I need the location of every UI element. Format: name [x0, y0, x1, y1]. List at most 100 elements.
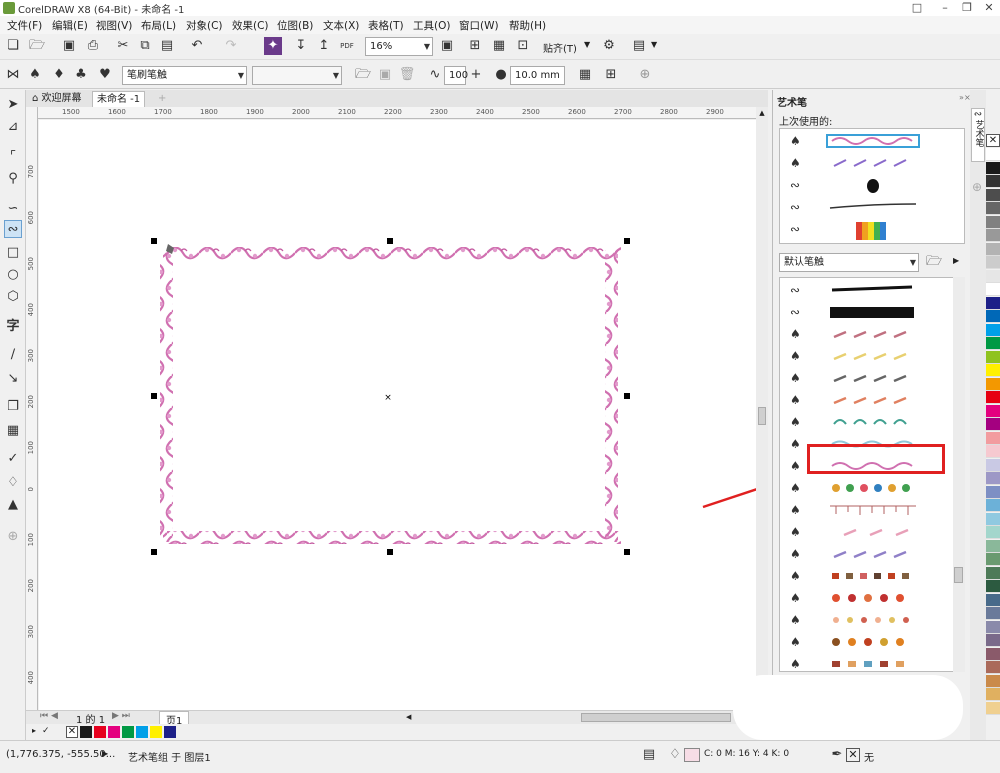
horizontal-scroll-thumb[interactable] [581, 713, 731, 722]
color-swatch[interactable] [986, 296, 1000, 310]
first-page-icon[interactable]: ⏮ ◀ [40, 711, 58, 721]
drawing-canvas[interactable]: × [39, 120, 756, 710]
redo-icon[interactable]: ↷ [222, 37, 240, 55]
color-swatch[interactable] [986, 620, 1000, 634]
pick-tool-icon[interactable]: ➤ [4, 96, 22, 114]
color-swatch[interactable] [986, 701, 1000, 715]
shape-tool-icon[interactable]: ⊿ [4, 118, 22, 136]
list-item[interactable]: ♠ [788, 610, 948, 630]
color-swatch[interactable] [986, 310, 1000, 323]
color-swatch[interactable] [986, 391, 1000, 404]
menu-effects[interactable]: 效果(C) [232, 18, 269, 33]
stroke-category-dropdown[interactable]: 默认笔触 ▼ [779, 253, 919, 272]
scrollbar-thumb[interactable] [954, 567, 963, 583]
save-icon[interactable]: ▣ [60, 37, 78, 55]
selection-handle-br[interactable] [624, 549, 630, 555]
brush-stroke-dropdown[interactable]: ▼ [252, 66, 342, 85]
zoom-dropdown[interactable]: 16% ▼ [365, 37, 433, 56]
tab-artistic-media[interactable]: ∾ 艺术笔 [971, 108, 985, 162]
delete-icon[interactable]: 🗑 [398, 66, 416, 84]
color-swatch-magenta[interactable] [108, 726, 120, 738]
plus-icon[interactable]: + [467, 66, 485, 84]
paste-icon[interactable]: ▤ [158, 37, 176, 55]
menu-layout[interactable]: 布局(L) [141, 18, 176, 33]
list-item[interactable]: ♠ [788, 478, 948, 498]
add-icon[interactable]: ⊕ [636, 66, 654, 84]
menu-bitmaps[interactable]: 位图(B) [277, 18, 313, 33]
scroll-left-icon[interactable]: ◀ [406, 713, 416, 722]
color-swatch[interactable] [986, 377, 1000, 391]
rectangle-tool-icon[interactable]: □ [4, 244, 22, 262]
color-swatch[interactable] [986, 337, 1000, 350]
next-page-icon[interactable]: ▶ ⏭ [112, 711, 130, 721]
list-item[interactable]: ♠ [788, 153, 948, 173]
vertical-ruler[interactable]: 7006005004003002001000100200300400500 [26, 107, 38, 730]
new-tab-button[interactable]: + [154, 91, 170, 107]
search-content-icon[interactable]: ✦ [264, 37, 282, 55]
freehand-tool-icon[interactable]: ∽ [4, 200, 22, 218]
flyout-arrow-icon[interactable]: ▶ [953, 256, 959, 265]
parallel-dimension-tool-icon[interactable]: ∕ [4, 346, 22, 364]
eyedropper-tool-icon[interactable]: ✓ [4, 450, 22, 468]
list-item[interactable]: ∾ [788, 219, 948, 240]
color-swatch[interactable] [986, 202, 1000, 215]
color-swatch[interactable] [986, 323, 1000, 337]
no-color-swatch[interactable]: ✕ [986, 134, 1000, 147]
list-item[interactable]: ♠ [788, 500, 948, 520]
color-swatch[interactable] [986, 283, 1000, 296]
color-swatch[interactable] [986, 445, 1000, 458]
color-swatch[interactable] [986, 229, 1000, 242]
close-button[interactable]: ✕ [977, 0, 1000, 16]
color-swatch[interactable] [986, 431, 1000, 445]
brush-category-dropdown[interactable]: 笔刷笔触 ▼ [122, 66, 247, 85]
selection-handle-t[interactable] [387, 238, 393, 244]
launch-icon[interactable]: ▤ [630, 37, 648, 55]
list-item[interactable]: ♠ [788, 412, 948, 432]
color-swatch-blue[interactable] [164, 726, 176, 738]
user-icon[interactable]: □ [905, 0, 929, 16]
menu-view[interactable]: 视图(V) [96, 18, 132, 33]
snap-to-menu[interactable]: 贴齐(T) [543, 40, 577, 55]
tab-active-document[interactable]: 未命名 -1 [92, 91, 146, 107]
browse-folder-icon[interactable]: 🗁 [354, 66, 372, 84]
color-swatch[interactable] [986, 188, 1000, 202]
list-item[interactable]: ♠ [788, 131, 948, 151]
cut-icon[interactable]: ✂ [114, 37, 132, 55]
zoom-tool-icon[interactable]: ⚲ [4, 170, 22, 188]
scroll-up-icon[interactable]: ▲ [756, 107, 768, 119]
list-item[interactable]: ∾ [788, 175, 948, 195]
selection-handle-tl[interactable] [151, 238, 157, 244]
list-item[interactable]: ♠ [788, 588, 948, 608]
ellipse-tool-icon[interactable]: ○ [4, 266, 22, 284]
color-swatch[interactable] [986, 512, 1000, 526]
color-swatch[interactable] [986, 661, 1000, 674]
color-swatch[interactable] [986, 215, 1000, 229]
add-docker-icon[interactable]: ⊕ [972, 180, 982, 194]
color-swatch[interactable] [986, 269, 1000, 283]
brush-mode-icon[interactable]: ♠ [26, 66, 44, 84]
palette-menu-icon[interactable]: ▸ [32, 726, 36, 735]
menu-help[interactable]: 帮助(H) [509, 18, 546, 33]
options-gear-icon[interactable]: ⚙ [600, 37, 618, 55]
export-icon[interactable]: ↥ [315, 37, 333, 55]
color-swatch[interactable] [986, 526, 1000, 539]
copy-icon[interactable]: ⧉ [136, 37, 154, 55]
crop-tool-icon[interactable]: ⌜ [4, 148, 22, 166]
bounding-box-icon[interactable]: ⊞ [602, 66, 620, 84]
color-swatch[interactable] [986, 256, 1000, 269]
menu-object[interactable]: 对象(C) [186, 18, 223, 33]
color-swatch[interactable] [986, 593, 1000, 607]
color-swatch[interactable] [986, 404, 1000, 418]
recent-strokes-list[interactable]: ♠ ♠ ∾ ∾ ∾ [779, 128, 965, 244]
show-rulers-icon[interactable]: ⊞ [466, 37, 484, 55]
menu-edit[interactable]: 编辑(E) [52, 18, 88, 33]
list-item[interactable]: ∾ [788, 302, 948, 322]
color-swatch[interactable] [986, 350, 1000, 364]
text-tool-icon[interactable]: 字 [4, 318, 22, 336]
color-swatch[interactable] [986, 566, 1000, 580]
sprayer-mode-icon[interactable]: ♦ [50, 66, 68, 84]
menu-tools[interactable]: 工具(O) [413, 18, 450, 33]
calligraphic-mode-icon[interactable]: ♣ [72, 66, 90, 84]
selection-handle-r[interactable] [624, 393, 630, 399]
stroke-width-input[interactable]: 10.0 mm [510, 66, 565, 85]
